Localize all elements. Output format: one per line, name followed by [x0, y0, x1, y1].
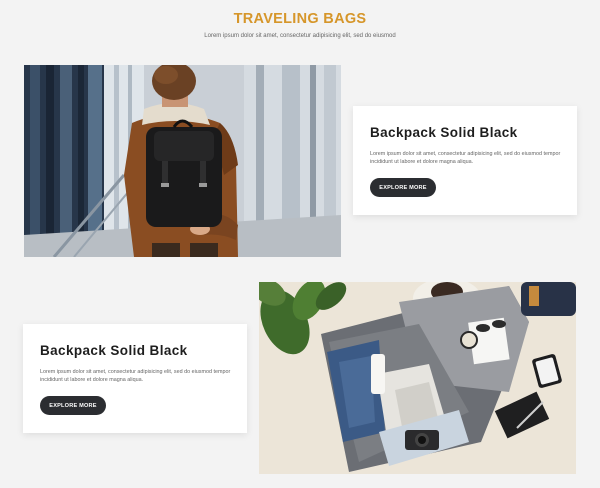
product-card-2: Backpack Solid Black Lorem ipsum dolor s…	[23, 324, 247, 433]
explore-more-button[interactable]: EXPLORE MORE	[370, 178, 436, 197]
open-suitcase-photo	[259, 282, 576, 474]
card-description: Lorem ipsum dolor sit amet, consectetur …	[370, 151, 561, 165]
explore-more-button[interactable]: EXPLORE MORE	[40, 396, 106, 415]
section-subtitle: Lorem ipsum dolor sit amet, consectetur …	[204, 33, 396, 39]
card-title: Backpack Solid Black	[40, 343, 188, 358]
backpack-man-photo	[24, 65, 341, 257]
card-description: Lorem ipsum dolor sit amet, consectetur …	[40, 369, 231, 383]
product-card-1: Backpack Solid Black Lorem ipsum dolor s…	[353, 106, 577, 215]
card-title: Backpack Solid Black	[370, 125, 518, 140]
section-title: TRAVELING BAGS	[233, 11, 367, 27]
